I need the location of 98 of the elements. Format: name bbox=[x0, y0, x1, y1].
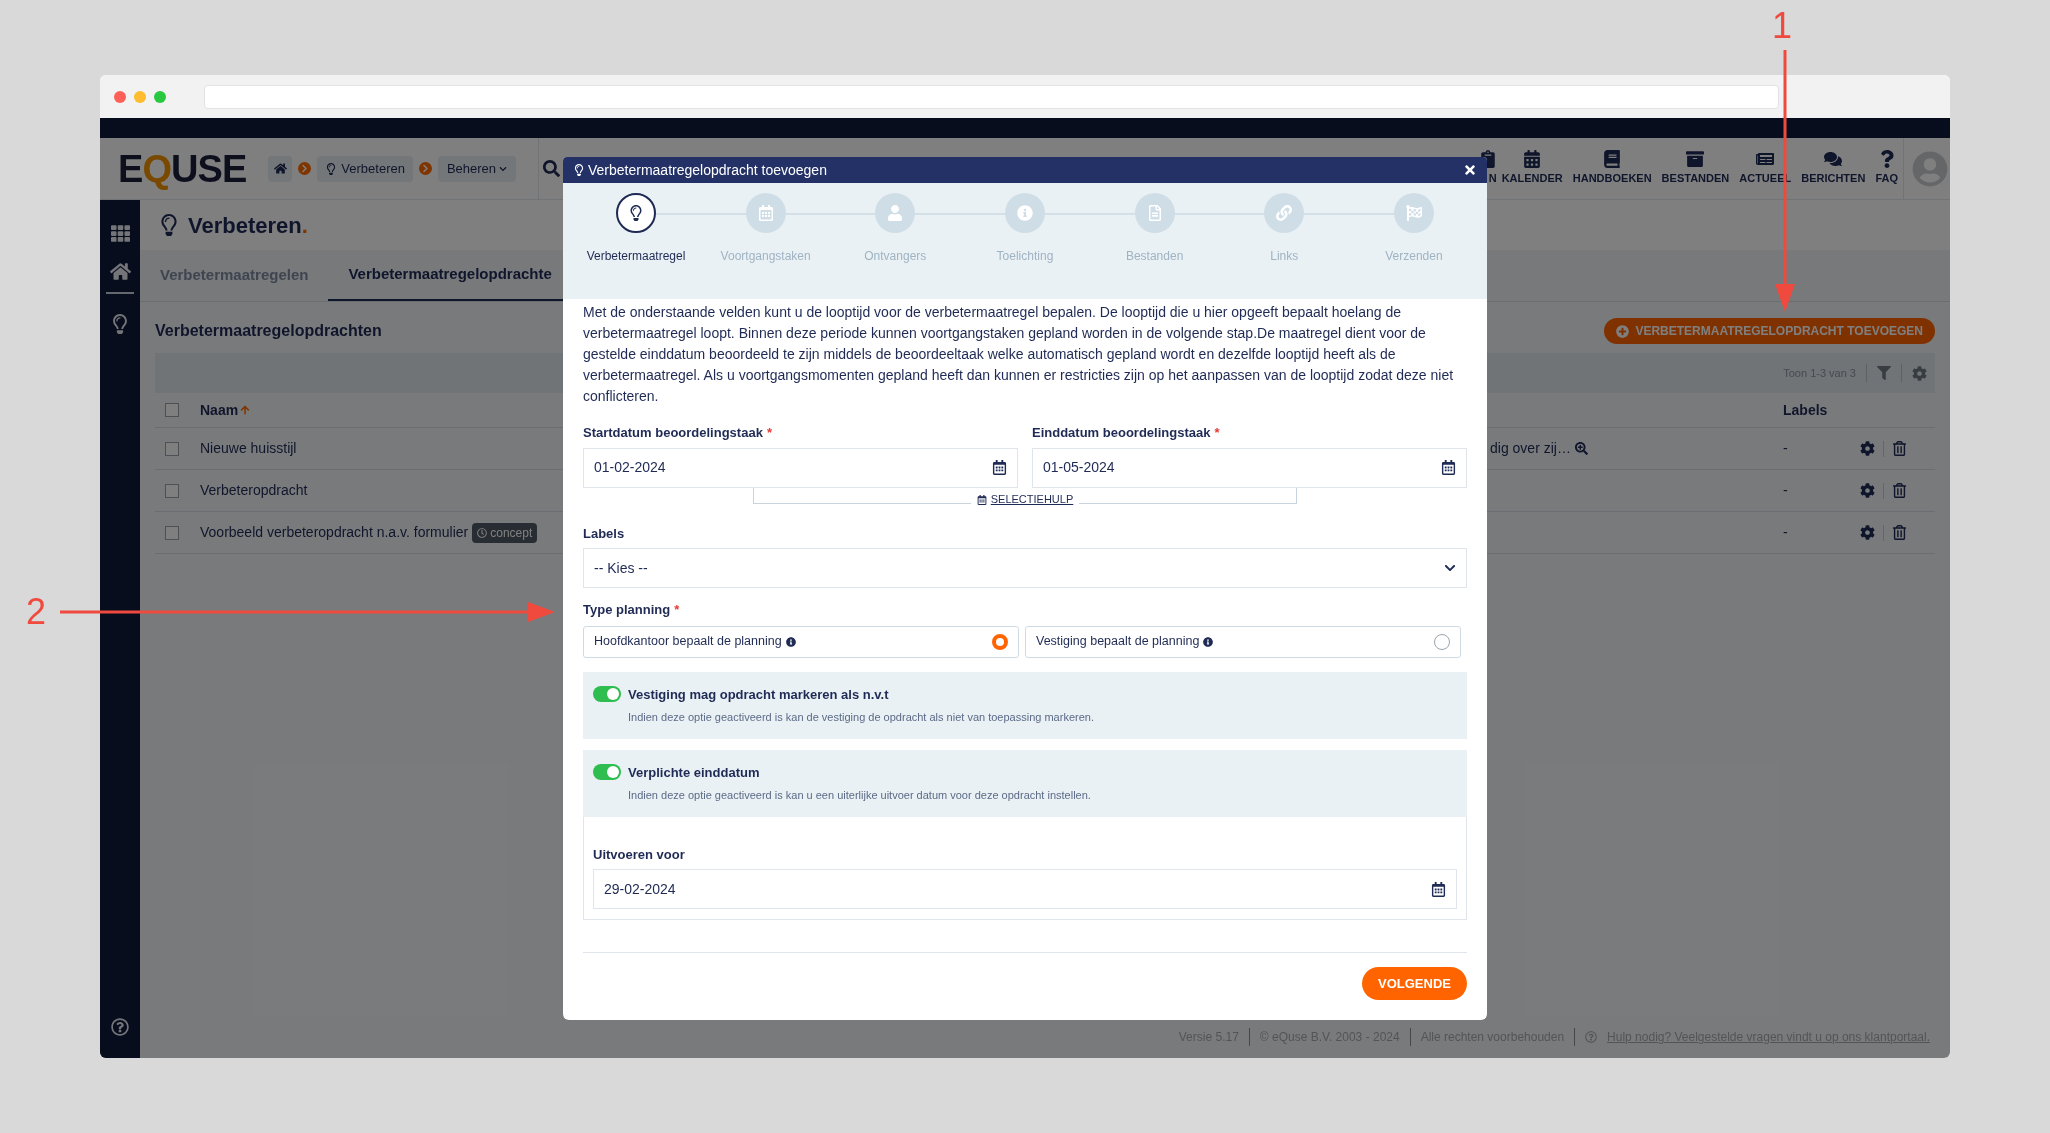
home-button[interactable] bbox=[268, 155, 293, 182]
labels-dropdown[interactable]: -- Kies -- bbox=[583, 548, 1467, 588]
dialog-title: Verbetermaatregelopdracht toevoegen bbox=[588, 160, 827, 180]
help-icon bbox=[1585, 1031, 1598, 1043]
help-icon[interactable] bbox=[111, 1018, 129, 1036]
section-title: Verbetermaatregelopdrachten bbox=[155, 321, 382, 341]
callout-number: 2 bbox=[26, 594, 47, 630]
radio-option[interactable]: Vestiging bepaalt de planning bbox=[1025, 625, 1461, 658]
table-cell-text: dig over zij… bbox=[1490, 439, 1571, 458]
tab[interactable]: Verbetermaatregelen bbox=[140, 250, 329, 301]
nav-item[interactable]: KALENDER bbox=[1496, 138, 1568, 199]
option-title: Verplichte einddatum bbox=[628, 763, 760, 782]
radio-option[interactable]: Hoofdkantoor bepaalt de planning bbox=[583, 625, 1019, 658]
date-field[interactable]: 29-02-2024 bbox=[593, 869, 1457, 909]
info-icon bbox=[785, 636, 796, 647]
calendar-icon bbox=[757, 205, 774, 221]
checkered-flag-icon bbox=[1405, 205, 1422, 221]
chevron-down-icon bbox=[1444, 562, 1456, 574]
close-icon[interactable] bbox=[1463, 163, 1477, 177]
chat-icon bbox=[1824, 150, 1843, 169]
intro-text: Met de onderstaande velden kunt u de looptijd voor de verbetermaatregel bepalen. De looptijd die u hier opgeeft bepaalt hoelang de verbetermaatregel loopt. Binnen deze periode kunnen voortgangstaken gepland worden in de volgende stap.De maatregel dient voor de gestelde einddatum beoordeeld te zijn middels de beoordeeltaak welke automatisch gepland wordt en dezelfde looptijd heeft als de verbetermaatregel. Als u voortgangsmomenten gepland heeft dan kunnen er restricties zijn op het aanpassen van de looptijd zodat deze niet conflicteren. bbox=[583, 303, 1455, 406]
user-icon bbox=[887, 205, 904, 221]
lightbulb-icon bbox=[158, 214, 180, 236]
field-label: Startdatum beoordelingstaak bbox=[583, 424, 763, 442]
required-mark: * bbox=[674, 601, 680, 619]
lightbulb-icon bbox=[628, 205, 644, 221]
document-icon bbox=[1146, 205, 1163, 221]
nav-item[interactable]: FAQ bbox=[1870, 138, 1903, 199]
toggle-switch[interactable] bbox=[593, 686, 621, 703]
filter-icon[interactable] bbox=[1877, 366, 1891, 380]
calendar-icon[interactable] bbox=[1441, 460, 1456, 475]
checkbox[interactable] bbox=[165, 403, 179, 417]
settings-icon[interactable] bbox=[1860, 441, 1875, 456]
field-label: Uitvoeren voor bbox=[593, 845, 685, 864]
link-icon bbox=[1276, 205, 1293, 221]
checkbox[interactable] bbox=[165, 483, 179, 498]
lightbulb-icon bbox=[325, 162, 338, 175]
table-cell-text: - bbox=[1783, 481, 1788, 500]
required-mark: * bbox=[766, 424, 772, 442]
date-field[interactable]: 01-05-2024 bbox=[1032, 447, 1467, 488]
field-label: Labels bbox=[583, 524, 625, 543]
nav-item[interactable]: HANDBOEKEN bbox=[1567, 138, 1657, 199]
calendar-icon bbox=[976, 494, 987, 505]
info-icon bbox=[1016, 205, 1033, 221]
column-header[interactable]: Naam bbox=[200, 399, 251, 421]
trash-icon[interactable] bbox=[1892, 525, 1907, 540]
add-assignment-button[interactable]: VERBETERMAATREGELOPDRACHT TOEVOEGEN bbox=[1604, 318, 1935, 344]
table-cell-text: - bbox=[1783, 523, 1788, 542]
date-field[interactable]: 01-02-2024 bbox=[583, 447, 1018, 488]
nav-item[interactable]: BESTANDEN bbox=[1656, 138, 1735, 199]
page-title: Verbeteren. bbox=[188, 211, 308, 240]
option-description: Indien deze optie geactiveerd is kan de vestiging de opdracht als niet van toepassing markeren. bbox=[628, 710, 1094, 725]
table-cell[interactable]: Nieuwe huisstijl bbox=[200, 438, 297, 459]
clock-icon bbox=[477, 527, 488, 538]
next-button[interactable]: VOLGENDE bbox=[1362, 967, 1467, 1000]
trash-icon[interactable] bbox=[1892, 483, 1907, 498]
checkbox[interactable] bbox=[165, 525, 179, 540]
radio-button[interactable] bbox=[1434, 633, 1450, 650]
settings-icon[interactable] bbox=[1912, 365, 1927, 381]
toggle-switch[interactable] bbox=[593, 764, 621, 781]
status-tag: concept bbox=[472, 522, 538, 543]
field-label: Einddatum beoordelingstaak bbox=[1032, 424, 1211, 442]
apps-grid-icon[interactable] bbox=[110, 224, 130, 243]
lightbulb-icon[interactable] bbox=[110, 314, 130, 334]
breadcrumb-link[interactable]: Verbeteren bbox=[317, 155, 413, 182]
table-cell-text: - bbox=[1783, 439, 1788, 458]
callout-number: 1 bbox=[1772, 8, 1793, 44]
radio-button[interactable] bbox=[992, 633, 1008, 650]
calendar-icon[interactable] bbox=[1431, 881, 1446, 897]
wizard-step[interactable]: Verbetermaatregel bbox=[581, 193, 691, 299]
field-label: Type planning bbox=[583, 601, 671, 619]
chevron-icon bbox=[418, 162, 432, 175]
chevron-down-icon bbox=[499, 164, 508, 173]
breadcrumb-dropdown[interactable]: Beheren bbox=[437, 155, 517, 182]
info-icon bbox=[1203, 636, 1214, 647]
option-title: Vestiging mag opdracht markeren als n.v.t bbox=[628, 685, 889, 704]
required-mark: * bbox=[1214, 424, 1220, 442]
plus-icon bbox=[1616, 324, 1630, 338]
book-icon bbox=[1603, 150, 1622, 169]
home-icon bbox=[273, 162, 287, 175]
column-header[interactable]: Labels bbox=[1783, 399, 1828, 421]
option-description: Indien deze optie geactiveerd is kan u een uiterlijke uitvoer datum voor deze opdracht instellen. bbox=[628, 788, 1091, 803]
home-icon[interactable] bbox=[109, 261, 131, 282]
lightbulb-icon bbox=[573, 164, 585, 176]
nav-item[interactable]: BERICHTEN bbox=[1796, 138, 1871, 199]
settings-icon[interactable] bbox=[1860, 483, 1875, 498]
table-cell[interactable]: Voorbeeld verbeteropdracht n.a.v. formulier bbox=[200, 522, 469, 543]
search-icon[interactable] bbox=[543, 160, 561, 177]
archive-icon bbox=[1686, 150, 1705, 169]
trash-icon[interactable] bbox=[1892, 441, 1907, 456]
table-cell[interactable]: Verbeteropdracht bbox=[200, 480, 308, 501]
calendar-icon bbox=[1523, 150, 1542, 169]
settings-icon[interactable] bbox=[1860, 525, 1875, 540]
zoom-icon[interactable] bbox=[1574, 442, 1588, 455]
checkbox[interactable] bbox=[165, 441, 179, 456]
chevron-icon bbox=[298, 162, 312, 175]
calendar-icon[interactable] bbox=[992, 460, 1007, 475]
logo[interactable]: EQUSE bbox=[118, 149, 247, 188]
